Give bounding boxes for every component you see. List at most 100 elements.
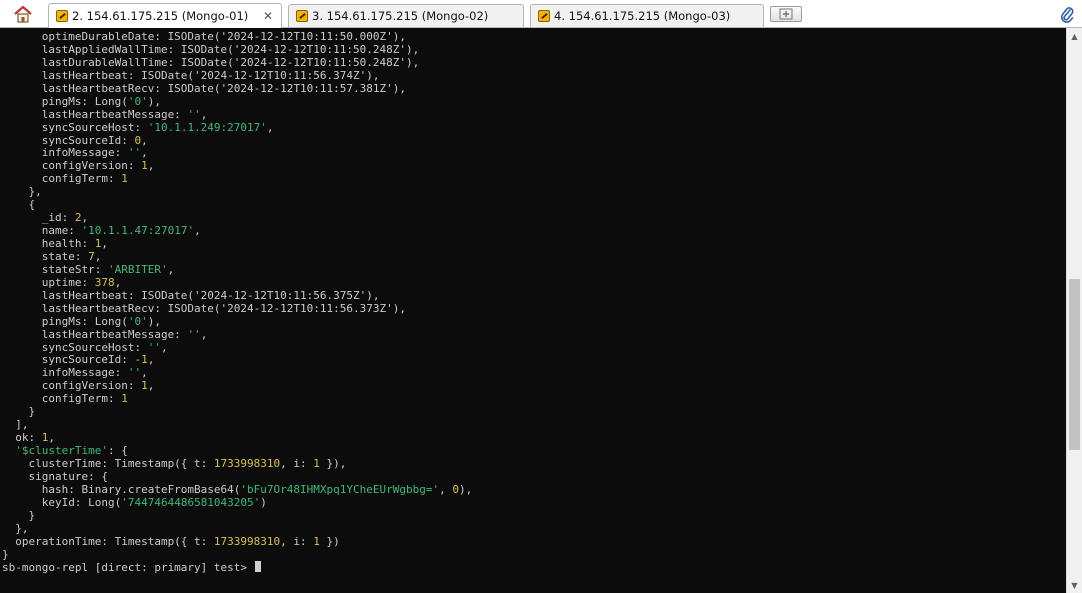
text-token: }: [2, 547, 9, 561]
terminal-text: optimeDurableDate: ISODate('2024-12-12T1…: [2, 30, 472, 574]
text-token: optimeDurableDate: ISODate('2024-12-12T1…: [2, 30, 406, 43]
string-token: '': [147, 340, 161, 354]
text-token: lastHeartbeat: ISODate('2024-12-12T10:11…: [2, 68, 380, 82]
string-token: 'ARBITER': [107, 262, 168, 276]
text-token: name:: [2, 224, 82, 238]
terminal-line: keyId: Long('7447464486581043205'): [2, 495, 472, 510]
session-tab-bar: 2. 154.61.175.215 (Mongo-01) ✕ 3. 154.61…: [0, 0, 1082, 28]
text-token: syncSourceHost:: [2, 120, 148, 134]
terminal-line: configTerm: 1: [2, 392, 472, 406]
number-token: 1733998310: [213, 456, 281, 470]
number-token: -1: [134, 353, 148, 367]
text-token: }),: [319, 456, 347, 470]
terminal-line: },: [2, 185, 472, 199]
text-token: ,: [439, 482, 453, 496]
text-token: ,: [48, 431, 55, 445]
text-token: ),: [147, 314, 161, 328]
string-token: '7447464486581043205': [121, 495, 261, 509]
text-token: lastHeartbeat: ISODate('2024-12-12T10:11…: [2, 288, 380, 302]
number-token: 1: [313, 456, 320, 470]
text-token: ,: [147, 159, 155, 173]
string-token: '0': [127, 94, 148, 108]
terminal-line: sb-mongo-repl [direct: primary] test>: [2, 561, 472, 574]
number-token: 1: [141, 159, 148, 173]
text-token: }): [319, 534, 340, 548]
string-token: '10.1.1.47:27017': [81, 224, 195, 238]
text-token: configVersion:: [2, 379, 142, 393]
string-token: 'bFu7Or48IHMXpq1YCheEUrWgbbg=': [240, 482, 440, 496]
text-token: ,: [141, 366, 148, 380]
attach-button[interactable]: [1058, 4, 1076, 24]
tab-mongo-01[interactable]: 2. 154.61.175.215 (Mongo-01) ✕: [48, 3, 282, 28]
text-token: }: [2, 508, 36, 522]
string-token: '': [127, 366, 142, 380]
text-token: },: [2, 521, 29, 535]
terminal-line: }: [2, 508, 472, 523]
scroll-down-button[interactable]: ▼: [1067, 577, 1082, 593]
number-token: 1733998310: [213, 534, 281, 548]
text-token: ,: [147, 353, 155, 367]
text-token: infoMessage:: [2, 366, 128, 380]
text-token: ,: [94, 249, 102, 263]
number-token: 7: [88, 249, 95, 263]
text-token: syncSourceHost:: [2, 340, 148, 354]
scrollbar-thumb[interactable]: [1069, 279, 1080, 450]
string-token: '': [187, 107, 201, 121]
text-token: ,: [114, 275, 122, 289]
home-button[interactable]: [6, 3, 40, 25]
text-token: lastHeartbeatMessage:: [2, 327, 188, 341]
text-token: ],: [2, 418, 29, 432]
text-token: _id:: [2, 211, 75, 225]
text-token: ,: [167, 262, 175, 276]
text-token: ok:: [2, 431, 42, 445]
text-token: lastHeartbeatMessage:: [2, 107, 188, 121]
tab-mongo-02[interactable]: 3. 154.61.175.215 (Mongo-02): [288, 4, 524, 27]
text-token: hash: Binary.createFromBase64(: [2, 482, 241, 496]
text-token: health:: [2, 237, 95, 250]
close-icon[interactable]: ✕: [261, 9, 275, 23]
text-token: ): [260, 495, 267, 509]
text-token: lastAppliedWallTime: ISODate('2024-12-12…: [2, 42, 420, 56]
scroll-up-button[interactable]: ▲: [1067, 28, 1082, 44]
number-token: 1: [141, 379, 148, 393]
text-token: {: [2, 198, 36, 212]
string-token: '': [127, 146, 142, 160]
text-token: lastHeartbeatRecv: ISODate('2024-12-12T1…: [2, 301, 406, 315]
text-token: sb-mongo-repl [direct: primary] test>: [2, 561, 254, 575]
number-token: 378: [94, 275, 115, 289]
text-token: ,: [266, 120, 274, 134]
tab-mongo-03[interactable]: 4. 154.61.175.215 (Mongo-03): [530, 4, 764, 27]
string-token: '': [187, 327, 201, 341]
text-token: pingMs: Long(: [2, 314, 128, 328]
string-token: '$clusterTime': [15, 444, 108, 457]
arrow-down-icon: ▼: [1071, 580, 1078, 590]
terminal-line: configTerm: 1: [2, 172, 472, 186]
add-tab-icon: [779, 8, 793, 20]
text-token: syncSourceId:: [2, 353, 135, 367]
number-token: 1: [121, 172, 128, 186]
text-token: ,: [101, 237, 108, 250]
text-token: ,: [147, 379, 155, 393]
text-token: pingMs: Long(: [2, 94, 128, 108]
text-token: infoMessage:: [2, 146, 128, 160]
text-token: ,: [200, 107, 208, 121]
terminal-output[interactable]: optimeDurableDate: ISODate('2024-12-12T1…: [0, 28, 1066, 593]
text-token: configTerm:: [2, 392, 122, 406]
text-token: , i:: [280, 456, 314, 470]
number-token: 0: [452, 482, 459, 496]
string-token: '0': [127, 314, 148, 328]
text-token: stateStr:: [2, 262, 108, 276]
text-token: configVersion:: [2, 159, 142, 173]
text-token: clusterTime: Timestamp({ t:: [2, 456, 214, 470]
home-icon: [14, 5, 32, 23]
text-token: , i:: [280, 534, 314, 548]
terminal-session-icon: [296, 10, 308, 22]
text-token: signature: {: [2, 469, 108, 483]
vertical-scrollbar[interactable]: ▲ ▼: [1066, 28, 1082, 593]
terminal-session-icon: [56, 10, 68, 22]
terminal-line: }: [2, 547, 472, 562]
text-token: : {: [107, 444, 128, 457]
terminal-line: ],: [2, 418, 472, 432]
new-tab-button[interactable]: [770, 6, 802, 22]
text-token: ,: [194, 224, 201, 238]
